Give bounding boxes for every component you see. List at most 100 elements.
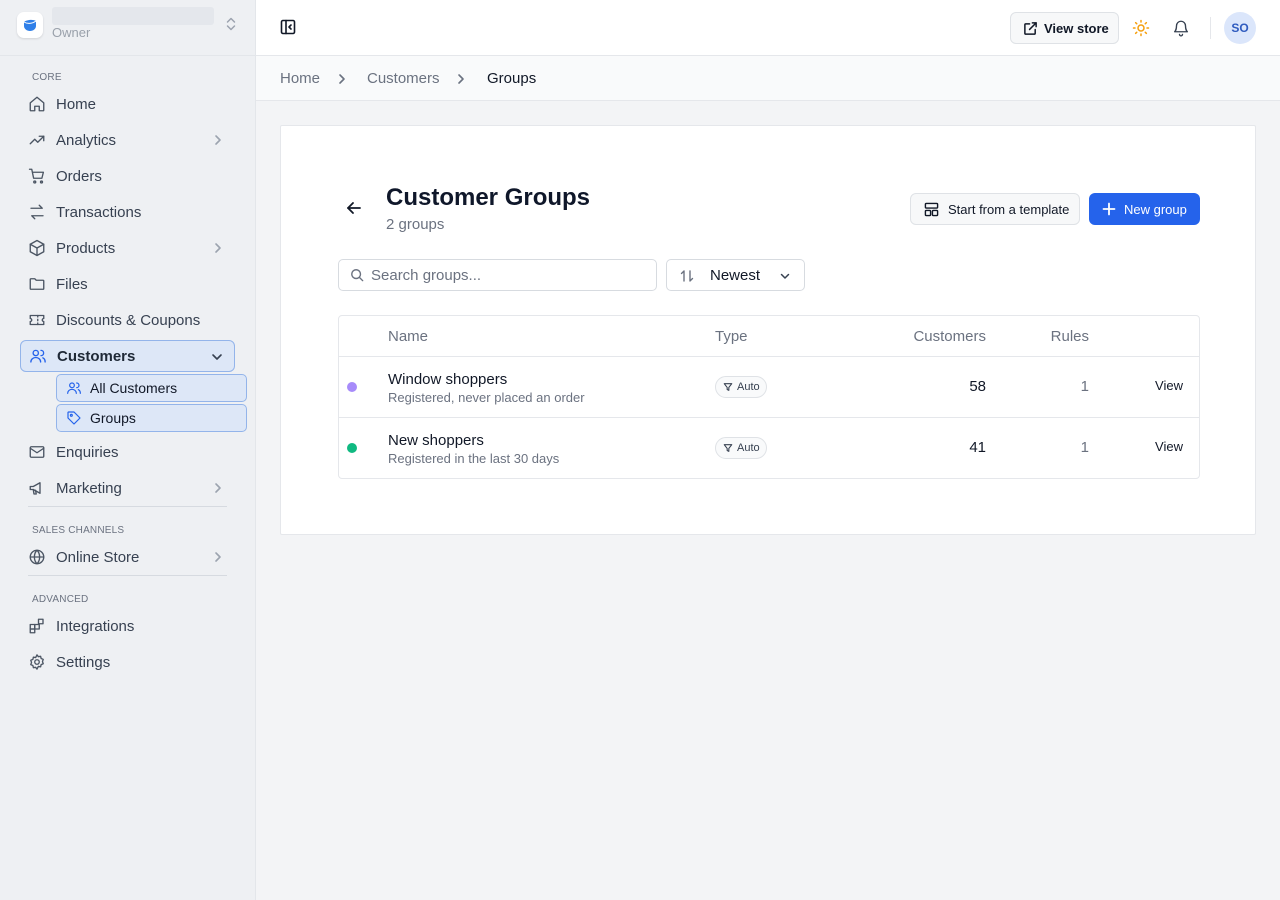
column-header-type[interactable]: Type <box>715 328 748 345</box>
store-name <box>52 7 214 25</box>
sidebar: Owner CORE Home Analytics Orders Transac… <box>0 0 256 900</box>
customer-groups-card: Customer Groups 2 groups Start from a te… <box>280 125 1256 535</box>
sidebar-collapse-icon <box>280 19 296 35</box>
table-row[interactable]: New shoppers Registered in the last 30 d… <box>339 418 1199 478</box>
bell-icon <box>1173 20 1189 37</box>
template-button-label: Start from a template <box>948 201 1070 217</box>
group-count: 2 groups <box>386 216 445 233</box>
group-name[interactable]: New shoppers <box>388 432 484 449</box>
sidebar-item-customers[interactable]: Customers <box>20 340 235 372</box>
box-icon <box>29 239 45 257</box>
chevron-down-icon <box>780 273 790 279</box>
breadcrumb-customers[interactable]: Customers <box>367 70 440 87</box>
section-label-core: CORE <box>32 72 62 83</box>
sort-select[interactable]: Newest <box>666 259 805 291</box>
top-bar: View store SO <box>256 0 1280 56</box>
sidebar-item-label: Settings <box>56 653 111 671</box>
sidebar-subitem-all-customers[interactable]: All Customers <box>56 374 247 402</box>
sidebar-item-online-store[interactable]: Online Store <box>20 541 235 573</box>
view-group-link[interactable]: View <box>1155 439 1183 454</box>
type-badge-label: Auto <box>737 442 760 454</box>
sidebar-item-settings[interactable]: Settings <box>20 646 235 678</box>
customer-count: 41 <box>969 439 986 456</box>
sidebar-divider <box>28 506 227 507</box>
breadcrumb-groups: Groups <box>487 70 537 87</box>
groups-table: Name Type Customers Rules Window shopper… <box>338 315 1200 479</box>
sidebar-item-marketing[interactable]: Marketing <box>20 472 235 504</box>
sidebar-item-orders[interactable]: Orders <box>20 160 235 192</box>
sidebar-item-discounts[interactable]: Discounts & Coupons <box>20 304 235 336</box>
sidebar-item-label: Customers <box>57 347 136 365</box>
new-group-button[interactable]: New group <box>1089 193 1200 225</box>
chevron-right-icon <box>215 483 221 493</box>
group-color-dot <box>347 382 357 392</box>
type-badge: Auto <box>715 376 767 398</box>
theme-toggle-button[interactable] <box>1132 19 1150 37</box>
sidebar-divider <box>28 575 227 576</box>
breadcrumb: Home Customers Groups <box>256 56 1280 101</box>
sidebar-item-label: Transactions <box>56 203 142 221</box>
gear-icon <box>30 654 44 670</box>
column-header-rules[interactable]: Rules <box>1051 328 1089 345</box>
sidebar-item-files[interactable]: Files <box>20 268 235 300</box>
sidebar-item-label: Marketing <box>56 479 122 497</box>
cart-icon <box>28 168 45 184</box>
ticket-icon <box>29 314 45 326</box>
chevron-right-icon <box>458 74 464 84</box>
sidebar-subitem-label: All Customers <box>90 380 178 396</box>
store-switcher[interactable]: Owner <box>0 0 255 56</box>
column-header-customers[interactable]: Customers <box>913 328 986 345</box>
start-from-template-button[interactable]: Start from a template <box>910 193 1080 225</box>
sidebar-item-label: Files <box>56 275 88 293</box>
table-row[interactable]: Window shoppers Registered, never placed… <box>339 357 1199 418</box>
new-group-label: New group <box>1124 201 1187 217</box>
sidebar-item-products[interactable]: Products <box>20 232 235 264</box>
search-input[interactable] <box>371 260 651 290</box>
sidebar-item-label: Home <box>56 95 97 113</box>
table-header: Name Type Customers Rules <box>339 316 1199 357</box>
view-store-button[interactable]: View store <box>1010 12 1119 44</box>
sidebar-subitem-label: Groups <box>90 410 136 426</box>
sidebar-item-label: Integrations <box>56 617 135 635</box>
chevron-right-icon <box>215 135 221 145</box>
globe-icon <box>29 549 45 565</box>
breadcrumb-home[interactable]: Home <box>280 70 320 87</box>
search-field <box>338 259 657 291</box>
chevron-down-icon <box>212 354 222 360</box>
store-role: Owner <box>52 25 91 40</box>
sidebar-item-home[interactable]: Home <box>20 88 235 120</box>
group-name[interactable]: Window shoppers <box>388 371 507 388</box>
sidebar-item-label: Discounts & Coupons <box>56 311 201 329</box>
view-store-label: View store <box>1044 20 1109 36</box>
chevron-right-icon <box>215 552 221 562</box>
sidebar-item-analytics[interactable]: Analytics <box>20 124 235 156</box>
sidebar-item-transactions[interactable]: Transactions <box>20 196 235 228</box>
sidebar-item-integrations[interactable]: Integrations <box>20 610 235 642</box>
chevron-up-down-icon[interactable] <box>224 16 238 32</box>
section-label-sales-channels: SALES CHANNELS <box>32 525 125 536</box>
view-group-link[interactable]: View <box>1155 378 1183 393</box>
megaphone-icon <box>29 482 41 495</box>
section-label-advanced: ADVANCED <box>32 594 89 605</box>
search-icon <box>351 269 364 282</box>
store-logo <box>17 12 43 38</box>
sidebar-item-enquiries[interactable]: Enquiries <box>20 436 235 468</box>
sort-icon <box>680 270 694 282</box>
users-icon <box>30 349 46 363</box>
back-button[interactable] <box>346 200 362 216</box>
avatar[interactable]: SO <box>1224 12 1256 44</box>
sidebar-item-label: Online Store <box>56 548 140 566</box>
notifications-button[interactable] <box>1172 19 1190 37</box>
sort-value: Newest <box>710 267 761 284</box>
customer-count: 58 <box>969 378 986 395</box>
sidebar-subitem-groups[interactable]: Groups <box>56 404 247 432</box>
chevron-right-icon <box>215 243 221 253</box>
rules-count: 1 <box>1080 439 1089 456</box>
group-color-dot <box>347 443 357 453</box>
column-header-name[interactable]: Name <box>388 328 428 345</box>
sun-icon <box>1132 19 1150 37</box>
sidebar-toggle-button[interactable] <box>280 19 296 35</box>
sidebar-item-label: Enquiries <box>56 443 119 461</box>
rules-count: 1 <box>1080 378 1089 395</box>
users-icon <box>67 382 81 394</box>
